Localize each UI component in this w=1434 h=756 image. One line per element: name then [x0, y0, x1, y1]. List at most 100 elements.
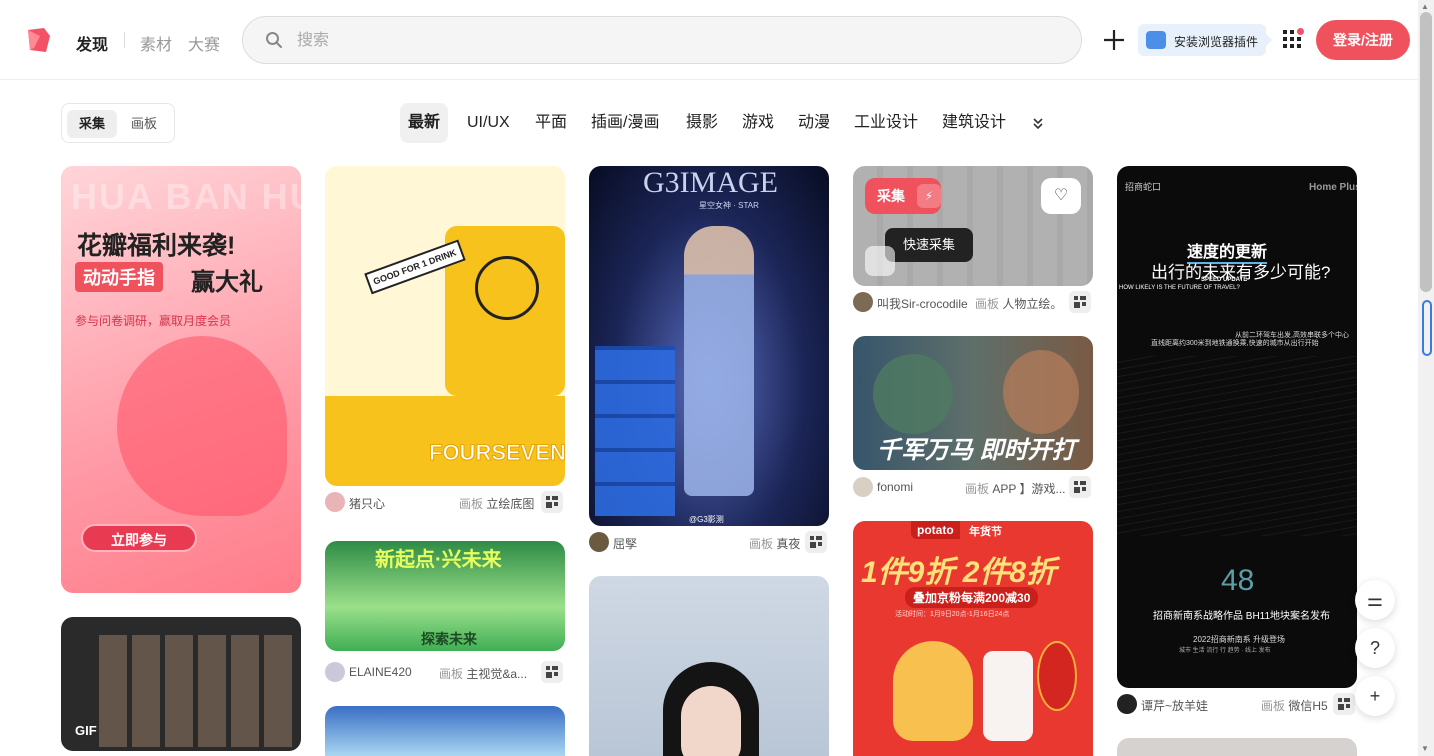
plugin-pointer	[1266, 34, 1272, 46]
login-register-button[interactable]: 登录/注册	[1316, 20, 1410, 60]
nav-divider	[124, 32, 125, 48]
board-info[interactable]: 画板 人物立绘。	[975, 295, 1062, 312]
lantern	[1037, 641, 1077, 711]
baby-bottle	[983, 651, 1033, 741]
portrait-card[interactable]	[589, 576, 829, 756]
nav-discover[interactable]: 发现	[76, 31, 108, 55]
board-grid-icon[interactable]	[1069, 291, 1091, 313]
potato-card[interactable]: potato 年货节 1件9折 2件8折 叠加京粉每满200减30 活动时间：1…	[853, 521, 1093, 756]
speed-en-1: SPEED UPDATE	[1201, 277, 1248, 283]
speed-desc-2: 直线距离约300米到地铁通换乘,快速的城市从出行开始	[1151, 340, 1319, 347]
search-input[interactable]	[297, 29, 1037, 53]
user-name[interactable]: ELAINE420	[349, 665, 412, 679]
plus-icon[interactable]	[1100, 26, 1128, 54]
huaban-logo[interactable]	[24, 26, 52, 54]
potato-date: 活动时间：1月9日20点-1月16日24点	[895, 611, 1010, 618]
collect-button[interactable]: 采集 ⚡	[865, 178, 941, 214]
speed-meta: 谭芹~放羊娃 画板 微信H5	[1117, 692, 1357, 716]
woman-figure	[684, 226, 754, 496]
g3-meta: 屈孯 画板 真夜	[589, 530, 829, 554]
portrait-face	[681, 686, 741, 756]
nav-material[interactable]: 素材	[140, 31, 172, 55]
game-meta: fonomi 画板 APP 】游戏...	[853, 475, 1093, 499]
board-grid-icon[interactable]	[541, 491, 563, 513]
user-name[interactable]: fonomi	[877, 480, 913, 494]
penguin-avatar[interactable]	[1117, 694, 1137, 714]
user-name[interactable]: 猪只心	[349, 495, 385, 512]
speed-bottom-text-3: 城市 生活 流行 行 趋势 · 线上 发布	[1179, 648, 1271, 654]
view-toggle: 采集 画板	[61, 103, 175, 143]
heart-icon[interactable]: ♡	[1041, 178, 1081, 214]
user-name[interactable]: 屈孯	[613, 535, 637, 552]
toggle-collect[interactable]: 采集	[67, 110, 117, 138]
board-grid-icon[interactable]	[1333, 693, 1355, 715]
green-subtitle: 探索未来	[421, 631, 477, 647]
potato-subtitle: 叠加京粉每满200减30	[905, 587, 1039, 608]
board-grid-icon[interactable]	[805, 531, 827, 553]
tab-animation[interactable]: 动漫	[790, 103, 838, 143]
board-info[interactable]: 画板 微信H5	[1261, 697, 1328, 714]
scan-icon[interactable]	[865, 246, 895, 276]
speed-en-2: HOW LIKELY IS THE FUTURE OF TRAVEL?	[1119, 285, 1240, 291]
chevron-down-icon[interactable]	[1030, 115, 1046, 131]
warrior-face-left	[873, 354, 953, 434]
avatar[interactable]	[853, 292, 873, 312]
mascot	[893, 641, 973, 741]
tab-uiux[interactable]: UI/UX	[459, 103, 518, 143]
tab-graphic[interactable]: 平面	[527, 103, 575, 143]
game-card[interactable]: 千军万马 即时开打	[853, 336, 1093, 470]
speed-bottom-text: 招商新南系战略作品 BH11地块案名发布	[1153, 611, 1331, 622]
add-icon[interactable]: +	[1355, 676, 1395, 716]
tab-architecture[interactable]: 建筑设计	[934, 103, 1014, 143]
scroll-up-arrow-icon[interactable]: ▲	[1421, 2, 1429, 11]
install-plugin-button[interactable]: 安装浏览器插件	[1138, 24, 1272, 56]
figures-card[interactable]: 采集 ⚡ ♡ 快速采集	[853, 166, 1093, 286]
potato-brand-2: 年货节	[969, 526, 1002, 538]
party-card[interactable]: GOOD FOR 1 DRINK FOURSEVEN	[325, 166, 565, 486]
scroll-down-arrow-icon[interactable]: ▼	[1421, 744, 1429, 753]
tab-games[interactable]: 游戏	[734, 103, 782, 143]
promo-subtitle: 参与问卷调研，赢取月度会员	[75, 314, 232, 328]
speed-number: 48	[1221, 564, 1255, 597]
install-plugin-label: 安装浏览器插件	[1174, 35, 1259, 49]
filter-settings-icon[interactable]: ⚌	[1355, 580, 1395, 620]
help-icon[interactable]: ?	[1355, 628, 1395, 668]
tab-industrial-design[interactable]: 工业设计	[846, 103, 926, 143]
promo-cta-button[interactable]: 立即参与	[81, 524, 197, 552]
board-info[interactable]: 画板 真夜	[749, 535, 800, 552]
party-meta: 猪只心 画板 立绘底图	[325, 490, 565, 514]
user-name[interactable]: 谭芹~放羊娃	[1141, 697, 1208, 714]
blue-illustration-card[interactable]	[325, 706, 565, 756]
nav-contest[interactable]: 大赛	[188, 31, 220, 55]
board-info[interactable]: 画板 主视觉&a...	[439, 665, 527, 682]
green-card[interactable]: 新起点·兴未来 探索未来	[325, 541, 565, 651]
gif-card[interactable]: GIF	[61, 617, 301, 751]
user-name[interactable]: 叫我Sir-crocodile	[877, 295, 968, 312]
quick-collect-tooltip: 快速采集	[885, 228, 973, 262]
tab-illustration[interactable]: 插画/漫画	[583, 103, 667, 143]
toggle-board[interactable]: 画板	[119, 110, 169, 138]
avatar[interactable]	[325, 662, 345, 682]
tab-latest[interactable]: 最新	[400, 103, 449, 143]
tab-photography[interactable]: 摄影	[678, 103, 726, 143]
search-box[interactable]	[242, 16, 1082, 64]
home-plus-logo: Home Plus	[1309, 182, 1357, 193]
avatar[interactable]	[325, 492, 345, 512]
lightning-icon: ⚡	[917, 184, 941, 208]
promo-card[interactable]: HUA BAN HU 花瓣福利来袭! 动动手指 赢大礼 参与问卷调研，赢取月度会…	[61, 166, 301, 593]
game-title: 千军万马 即时开打	[877, 437, 1076, 464]
next-card[interactable]	[1117, 738, 1357, 756]
potato-title: 1件9折 2件8折	[861, 556, 1057, 589]
speed-card[interactable]: 招商蛇口 Home Plus 速度的更新 出行的未来有多少可能? SPEED U…	[1117, 166, 1357, 688]
board-info[interactable]: 画板 立绘底图	[459, 495, 534, 512]
scrollbar-thumb[interactable]	[1420, 12, 1432, 292]
party-bottom-text: FOURSEVEN	[429, 440, 565, 466]
avatar[interactable]	[589, 532, 609, 552]
board-grid-icon[interactable]	[1069, 476, 1091, 498]
board-info[interactable]: 画板 APP 】游戏...	[965, 480, 1066, 497]
board-grid-icon[interactable]	[541, 661, 563, 683]
avatar[interactable]	[853, 477, 873, 497]
promo-watermark: HUA BAN HU	[71, 176, 301, 217]
g3-card[interactable]: G3IMAGE 星空女神 · STAR @G3影测	[589, 166, 829, 526]
scroll-indicator	[1422, 300, 1432, 356]
